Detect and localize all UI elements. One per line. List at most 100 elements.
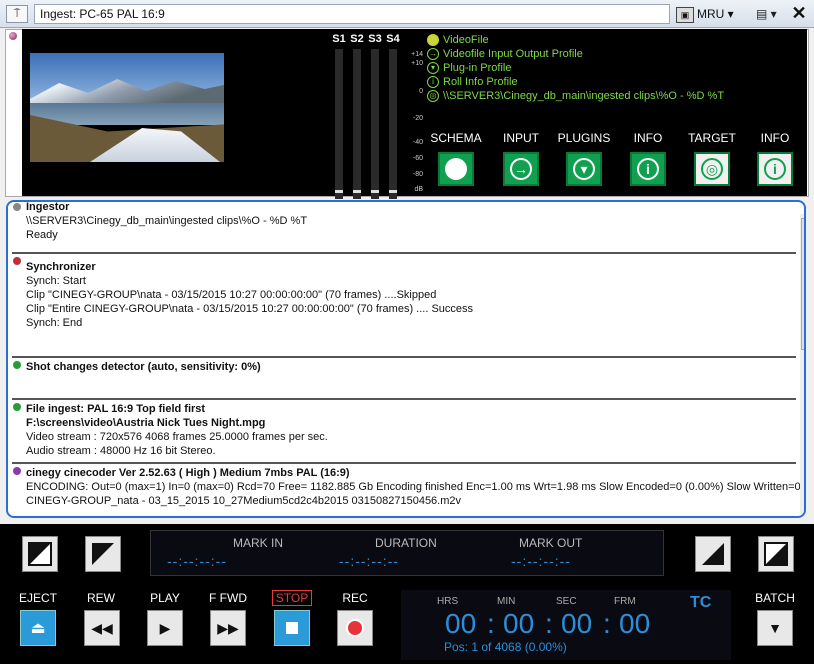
- mark-in-icon: [28, 542, 52, 566]
- set-mark-in-button[interactable]: [22, 536, 58, 572]
- goto-mark-in-button[interactable]: [85, 536, 121, 572]
- profile-item[interactable]: ◎ \\SERVER3\Cinegy_db_main\ingested clips…: [427, 89, 727, 103]
- goto-in-icon: [92, 543, 114, 565]
- play-button[interactable]: ▶: [147, 610, 183, 646]
- info2-button[interactable]: INFO i: [742, 130, 808, 186]
- input-button[interactable]: INPUT →: [488, 130, 554, 186]
- batch-icon: ▼: [768, 620, 782, 636]
- ffwd-label: F FWD: [209, 591, 247, 605]
- play-icon: ▶: [159, 619, 171, 636]
- mru-dropdown[interactable]: ▣ MRU ▾: [676, 4, 752, 24]
- db-tick: 0: [419, 88, 423, 95]
- rewind-icon: ◀◀: [91, 619, 113, 636]
- channel-label: S3: [368, 33, 382, 45]
- frm-label: FRM: [614, 596, 636, 607]
- log-panel: Ingestor \\SERVER3\Cinegy_db_main\ingest…: [6, 200, 806, 518]
- schema-button[interactable]: SCHEMA: [423, 130, 489, 186]
- rewind-button[interactable]: ◀◀: [84, 610, 120, 646]
- section-title: cinegy cinecoder Ver 2.52.63 ( High ) Me…: [26, 467, 350, 479]
- mark-in-value: --:--:--:--: [167, 553, 227, 569]
- log-line: \\SERVER3\Cinegy_db_main\ingested clips\…: [26, 215, 308, 227]
- db-tick: dB: [414, 186, 423, 193]
- profile-item[interactable]: ▾ Plug-in Profile: [427, 61, 727, 75]
- audio-meters: S1 S2 S3 S4 +14 +10 0 -20 -40 -60 -80 dB: [323, 29, 423, 199]
- set-mark-out-button[interactable]: [758, 536, 794, 572]
- duration-label: DURATION: [375, 536, 437, 550]
- section-title: Ingestor: [26, 201, 70, 213]
- arrow-right-icon: →: [427, 48, 439, 60]
- video-thumbnail: [30, 53, 224, 162]
- schema-label: SCHEMA: [430, 131, 482, 145]
- log-line: Video stream : 720x576 4068 frames 25.00…: [26, 431, 328, 443]
- target-button[interactable]: TARGET ◎: [679, 130, 745, 186]
- arrow-right-icon: →: [503, 152, 539, 186]
- mark-in-label: MARK IN: [233, 536, 284, 550]
- meter-s3: [371, 49, 379, 199]
- log-line: F:\screens\video\Austria Nick Tues Night…: [26, 417, 266, 429]
- batch-label: BATCH: [755, 591, 795, 605]
- status-dot-icon: [13, 361, 21, 369]
- log-section-synchronizer: Synchronizer Synch: Start Clip "CINEGY-G…: [12, 252, 796, 356]
- sec-label: SEC: [556, 596, 577, 607]
- mru-label: MRU: [697, 7, 725, 21]
- scrollbar-thumb[interactable]: [801, 218, 804, 350]
- log-line: Audio stream : 48000 Hz 16 bit Stereo.: [26, 445, 216, 457]
- target-icon: ◎: [427, 90, 439, 102]
- info-button[interactable]: INFO i: [615, 130, 681, 186]
- position-readout: Pos: 1 of 4068 (0.00%): [444, 640, 567, 654]
- status-dot-icon: [13, 203, 21, 211]
- db-tick: -80: [412, 171, 423, 178]
- goto-out-icon: [702, 543, 724, 565]
- chevron-down-icon: ▾: [427, 62, 439, 74]
- profile-item[interactable]: VideoFile: [427, 33, 727, 47]
- channel-label: S4: [386, 33, 400, 45]
- log-line: Synch: Start: [26, 275, 86, 287]
- profile-item[interactable]: → Videofile Input Output Profile: [427, 47, 727, 61]
- profile-text: \\SERVER3\Cinegy_db_main\ingested clips\…: [443, 90, 725, 102]
- log-section-ingestor: Ingestor \\SERVER3\Cinegy_db_main\ingest…: [12, 201, 796, 250]
- db-tick: -20: [412, 115, 423, 122]
- dot-icon: [427, 34, 439, 46]
- db-tick: +10: [411, 60, 423, 67]
- batch-button[interactable]: ▼: [757, 610, 793, 646]
- log-scrollbar[interactable]: [800, 214, 804, 514]
- status-dot-icon: [9, 32, 17, 40]
- section-title: Synchronizer: [26, 261, 96, 273]
- close-button[interactable]: ✕: [790, 3, 808, 23]
- target-icon: ◎: [694, 152, 730, 186]
- info-icon: i: [427, 76, 439, 88]
- min-value: 00: [503, 608, 535, 639]
- status-dot-icon: [13, 467, 21, 475]
- meter-s1: [335, 49, 343, 199]
- rew-label: REW: [87, 591, 115, 605]
- fast-forward-button[interactable]: ▶▶: [210, 610, 246, 646]
- pin-icon[interactable]: ⍑: [6, 5, 28, 23]
- eject-button[interactable]: ⏏: [20, 610, 56, 646]
- fast-forward-icon: ▶▶: [217, 619, 239, 636]
- plugins-button[interactable]: PLUGINS ▾: [551, 130, 617, 186]
- channel-label: S2: [350, 33, 364, 45]
- profile-text: Plug-in Profile: [443, 62, 512, 74]
- profile-item[interactable]: i Roll Info Profile: [427, 75, 727, 89]
- log-line: CINEGY-GROUP_nata - 03_15_2015 10_27Medi…: [26, 495, 462, 507]
- record-button[interactable]: [337, 610, 373, 646]
- sec-value: 00: [561, 608, 593, 639]
- log-line: ENCODING: Out=0 (max=1) In=0 (max=0) Rcd…: [26, 481, 806, 493]
- frm-value: 00: [619, 608, 651, 639]
- log-line: Synch: End: [26, 317, 83, 329]
- min-label: MIN: [497, 596, 516, 607]
- duration-value: --:--:--:--: [339, 553, 399, 569]
- stop-button[interactable]: [274, 610, 310, 646]
- properties-dropdown[interactable]: ▤ ▾: [756, 5, 784, 23]
- eject-label: EJECT: [18, 591, 57, 605]
- info-label: INFO: [633, 131, 663, 145]
- properties-icon: ▤: [756, 7, 768, 21]
- log-line: Ready: [26, 229, 58, 241]
- goto-mark-out-button[interactable]: [695, 536, 731, 572]
- mark-out-label: MARK OUT: [519, 536, 583, 550]
- log-section-cinecoder: cinegy cinecoder Ver 2.52.63 ( High ) Me…: [12, 462, 804, 516]
- section-title: File ingest: PAL 16:9 Top field first: [26, 403, 206, 415]
- mark-out-value: --:--:--:--: [511, 553, 571, 569]
- profile-text: VideoFile: [443, 34, 489, 46]
- stop-label-wrap: STOP: [262, 590, 322, 606]
